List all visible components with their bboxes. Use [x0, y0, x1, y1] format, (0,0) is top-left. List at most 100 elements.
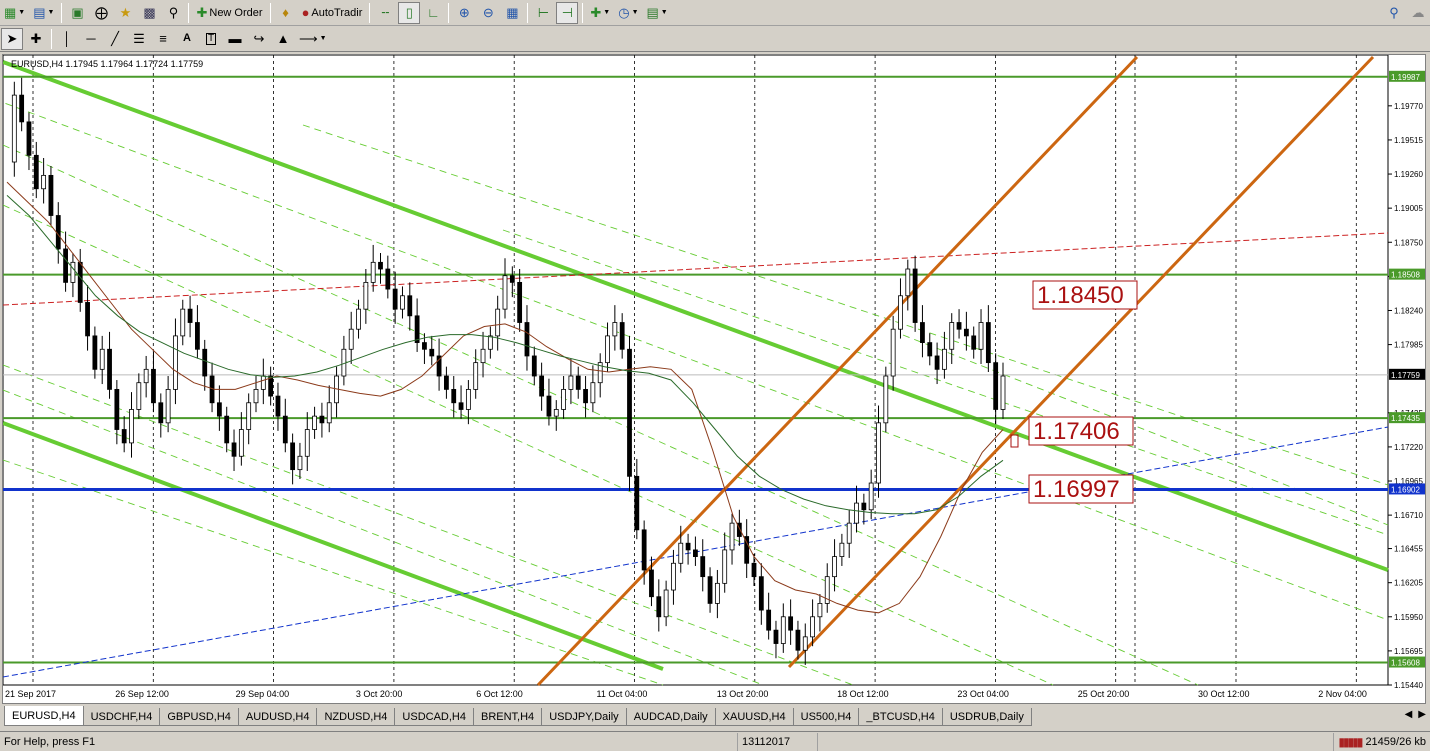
chevron-down-icon: ▼	[18, 9, 26, 16]
candle-body	[326, 402, 332, 424]
candle-body	[605, 335, 610, 364]
autotrading-icon: ●	[301, 5, 310, 20]
bar-chart-button[interactable]: ╌	[374, 2, 396, 24]
chart-window[interactable]: 1.15440 1.15695 1.15950 1.16205 1.16455 1.167…	[2, 54, 1426, 704]
templates-button[interactable]: ▤ ▼	[644, 2, 671, 24]
text-label-icon: T	[205, 32, 217, 45]
time-axis: 21 Sep 2017 26 Sep 12:00 29 Sep 04:00 3 Oct…	[5, 689, 1367, 699]
price-annotation-text: 1.16997	[1033, 476, 1120, 503]
price-label: 1.19515	[1394, 136, 1423, 145]
strategy-tester-button[interactable]: ⚲	[162, 2, 184, 24]
triangle-button[interactable]: ▲	[272, 28, 294, 50]
fibonacci-button[interactable]: ≡	[152, 28, 174, 50]
chevron-right-icon[interactable]: ▶	[1418, 709, 1426, 720]
separator	[582, 2, 584, 23]
new-order-button[interactable]: ✚ New Order	[193, 2, 265, 24]
tab-xauusd-h4[interactable]: XAUUSD,H4	[714, 708, 794, 726]
tab-btcusd-h4[interactable]: _BTCUSD,H4	[858, 708, 943, 726]
zoom-in-button[interactable]: ⊕	[453, 2, 475, 24]
candle-body	[517, 281, 523, 323]
metaeditor-button[interactable]: ♦	[275, 2, 297, 24]
vertical-line-button[interactable]: │	[56, 28, 78, 50]
candlestick-button[interactable]: ▯	[398, 1, 421, 24]
chevron-left-icon[interactable]: ◀	[1405, 709, 1413, 720]
autotrading-button[interactable]: ● AutoTradir	[299, 2, 366, 24]
clock-icon: ◷	[618, 5, 630, 20]
tab-us500-h4[interactable]: US500,H4	[792, 708, 860, 726]
navigator-button[interactable]: ★	[114, 2, 136, 24]
periods-button[interactable]: ◷ ▼	[615, 2, 641, 24]
tab-eurusd-h4[interactable]: EURUSD,H4	[4, 706, 84, 726]
candle-body	[531, 355, 537, 377]
more-tools-button[interactable]: ⟶ ▼	[296, 28, 330, 50]
price-chart[interactable]: 1.15440 1.15695 1.15950 1.16205 1.16455 1.167…	[3, 55, 1427, 705]
horizontal-line-button[interactable]: ─	[80, 28, 102, 50]
rectangle-icon: ▬	[228, 31, 242, 46]
magnifier-icon: ⚲	[168, 5, 179, 20]
text-label-button[interactable]: T	[200, 28, 222, 50]
trendline-button[interactable]: ╱	[104, 28, 126, 50]
indicators-button[interactable]: ✚ ▼	[587, 2, 613, 24]
chat-button[interactable]: ☁	[1407, 2, 1429, 24]
drawing-toolbar: ➤ ✚ │ ─ ╱ ☰ ≡ A T ▬ ↪ ▲ ⟶ ▼	[0, 26, 1430, 52]
candle-body	[758, 576, 764, 611]
profile-name: 13112017	[738, 732, 818, 751]
search-button[interactable]: ⚲	[1383, 2, 1405, 24]
terminal-button[interactable]: ▩	[138, 2, 160, 24]
rectangle-button[interactable]: ▬	[224, 28, 246, 50]
candle-body	[810, 616, 815, 638]
tab-nzdusd-h4[interactable]: NZDUSD,H4	[316, 708, 396, 726]
profiles-button[interactable]: ▤ ▼	[30, 2, 57, 24]
crosshair-button[interactable]: ✚	[25, 28, 47, 50]
text-button[interactable]: A	[176, 28, 198, 50]
time-label: 6 Oct 12:00	[476, 689, 523, 699]
candle-body	[978, 322, 984, 350]
candle-body	[121, 429, 127, 444]
tab-usdrub-daily[interactable]: USDRUB,Daily	[941, 708, 1032, 726]
auto-scroll-button[interactable]: ⊣	[556, 1, 579, 24]
candle-body	[151, 368, 156, 404]
candle-body	[487, 335, 493, 350]
level-price-text: 1.18508	[1391, 271, 1420, 280]
cursor-button[interactable]: ➤	[1, 27, 23, 50]
time-label: 2 Nov 04:00	[1318, 689, 1367, 699]
tab-scroll: ◀ ▶	[1405, 709, 1426, 720]
tab-usdchf-h4[interactable]: USDCHF,H4	[82, 708, 161, 726]
tab-gbpusd-h4[interactable]: GBPUSD,H4	[159, 708, 239, 726]
candle-body	[202, 348, 208, 377]
candle-body	[641, 529, 647, 571]
candle-body	[832, 556, 837, 578]
candle-body	[509, 275, 515, 283]
arrows-button[interactable]: ↪	[248, 28, 270, 50]
tile-windows-button[interactable]: ▦	[501, 2, 523, 24]
new-order-icon: ✚	[196, 5, 208, 20]
new-chart-button[interactable]: ▦ ▼	[1, 2, 28, 24]
candle-body	[627, 348, 632, 477]
candle-body	[304, 429, 310, 457]
tab-brent-h4[interactable]: BRENT,H4	[473, 708, 543, 726]
chart-shift-button[interactable]: ⊢	[532, 2, 554, 24]
tab-audusd-h4[interactable]: AUDUSD,H4	[237, 708, 318, 726]
drawing-objects	[3, 55, 1389, 687]
candle-body	[99, 348, 105, 370]
tile-windows-icon: ▦	[506, 5, 519, 20]
data-window-button[interactable]: ⨁	[90, 2, 112, 24]
tab-audcad-daily[interactable]: AUDCAD,Daily	[625, 708, 716, 726]
help-text: For Help, press F1	[0, 732, 738, 751]
separator	[448, 2, 450, 23]
line-chart-button[interactable]: ∟	[422, 2, 444, 24]
zoom-out-button[interactable]: ⊖	[477, 2, 499, 24]
tab-usdcad-h4[interactable]: USDCAD,H4	[394, 708, 474, 726]
star-folder-icon: ★	[119, 5, 132, 20]
candle-body	[920, 322, 925, 343]
chevron-down-icon: ▼	[47, 9, 55, 16]
fibonacci-icon: ≡	[159, 31, 167, 46]
time-label: 11 Oct 04:00	[597, 689, 648, 699]
tab-usdjpy-daily[interactable]: USDJPY,Daily	[541, 708, 627, 726]
market-watch-button[interactable]: ▣	[66, 2, 88, 24]
candle-body	[963, 328, 969, 337]
candle-body	[927, 342, 933, 357]
channel-lower-line	[3, 421, 664, 671]
tools-icon: ⟶	[299, 31, 318, 46]
channel-button[interactable]: ☰	[128, 28, 150, 50]
